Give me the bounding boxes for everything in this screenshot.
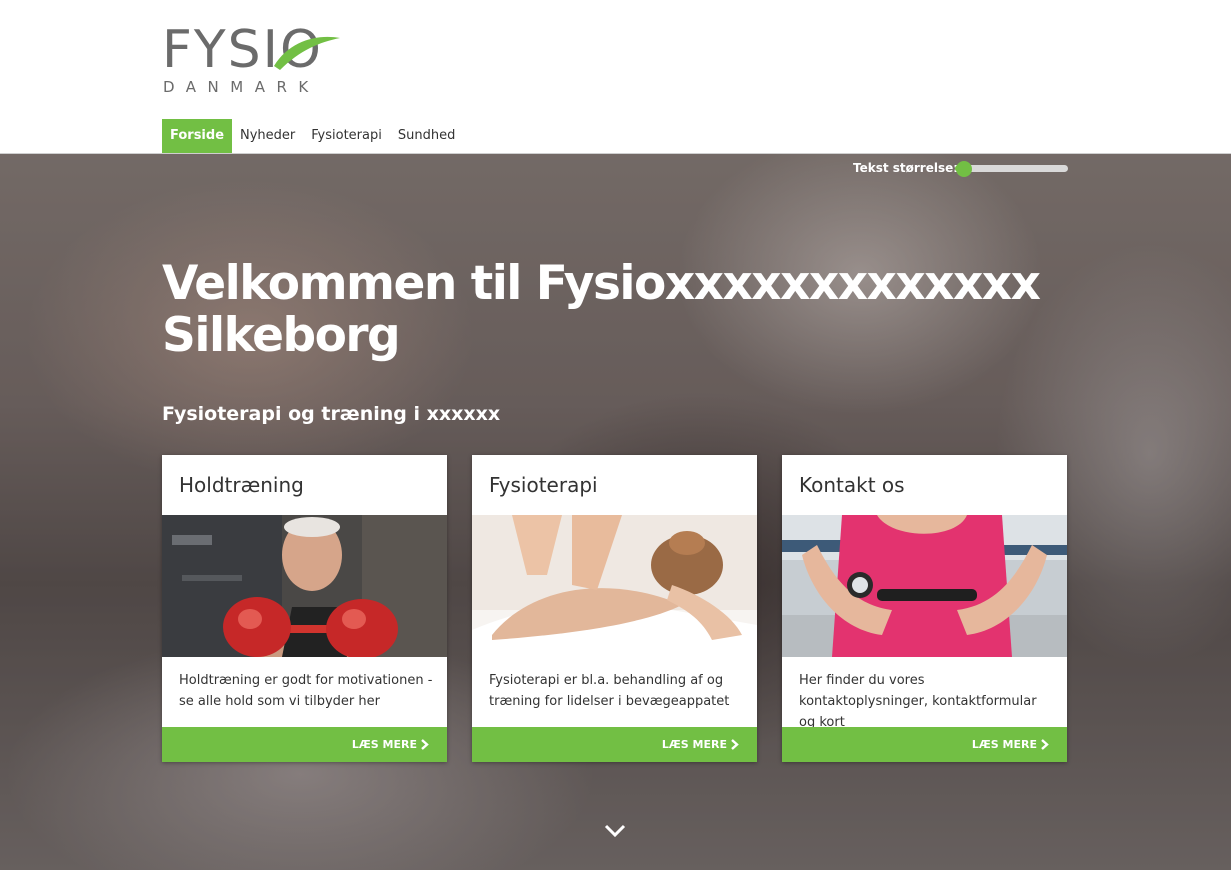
text-size-label: Tekst størrelse: [853,161,959,175]
read-more-label: LÆS MERE [351,738,417,751]
hero-title: Velkommen til Fysioxxxxxxxxxxxxx Silkebo… [162,256,1041,363]
heart-rate-monitor-photo[interactable] [782,515,1067,657]
nav-item-fysioterapi[interactable]: Fysioterapi [303,119,390,153]
read-more-button[interactable]: LÆS MERE [782,727,1067,762]
read-more-label: LÆS MERE [971,738,1037,751]
card-title: Fysioterapi [489,473,598,497]
card-fysioterapi: Fysioterapi Fysioterapi er bl.a. behandl… [472,455,757,762]
massage-photo[interactable] [472,515,757,657]
chevron-right-icon [731,739,739,750]
boxing-senior-photo[interactable] [162,515,447,657]
site-header: FYSIO DANMARK Forside Nyheder Fysioterap… [0,0,1231,154]
card-title: Kontakt os [799,473,905,497]
read-more-button[interactable]: LÆS MERE [162,727,447,762]
card-kontakt: Kontakt os Her finder du vores kontaktop… [782,455,1067,762]
hero-section: Tekst størrelse: Velkommen til Fysioxxxx… [0,154,1231,870]
hero-subtitle: Fysioterapi og træning i xxxxxx [162,403,501,425]
nav-item-nyheder[interactable]: Nyheder [232,119,303,153]
chevron-down-icon[interactable] [604,824,626,838]
card-title: Holdtræning [179,473,304,497]
text-size-slider-handle[interactable] [956,161,973,177]
logo-swoosh-icon [274,36,340,70]
read-more-button[interactable]: LÆS MERE [472,727,757,762]
card-description: Her finder du vores kontaktoplysninger, … [799,673,1037,730]
card-description: Fysioterapi er bl.a. behandling af og tr… [489,673,730,709]
text-size-slider[interactable] [955,161,1068,177]
chevron-right-icon [1041,739,1049,750]
chevron-right-icon [421,739,429,750]
card-holdtraening: Holdtræning Holdtræning er godt for moti… [162,455,447,762]
card-description: Holdtræning er godt for motivationen - s… [179,673,433,709]
read-more-label: LÆS MERE [661,738,727,751]
nav-item-sundhed[interactable]: Sundhed [390,119,463,153]
fysio-danmark-logo[interactable]: FYSIO DANMARK [162,22,362,98]
main-nav: Forside Nyheder Fysioterapi Sundhed [162,119,463,153]
logo-subtitle: DANMARK [163,78,320,96]
nav-item-forside[interactable]: Forside [162,119,233,153]
